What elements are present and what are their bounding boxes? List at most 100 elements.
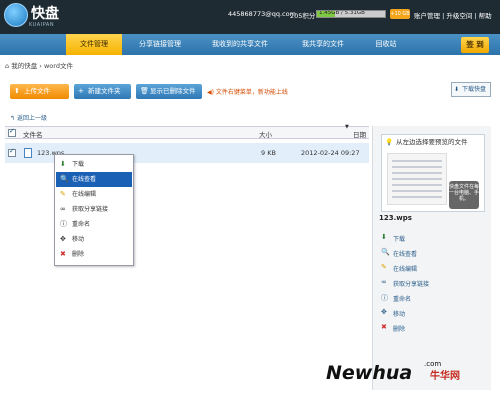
breadcrumb-home[interactable]: 我的快盘 [11,62,37,70]
download-client-button[interactable]: ⬇ 下载快盘 [451,82,491,97]
preview-note: 快盘文件在每一台电脑、手机。 [449,181,479,209]
expand-quota-button[interactable]: +10 GB [390,9,410,19]
thumb-line [392,166,442,168]
breadcrumb-current: word文件 [43,62,73,70]
menu-share-link[interactable]: ∞ 获取分享链接 [56,202,132,217]
pencil-icon: ✎ [60,190,66,198]
delete-icon: ✖ [60,250,66,258]
preview-edit-online[interactable]: ✎ 在线编辑 [381,263,418,273]
download-icon: ⬇ [381,233,387,241]
show-deleted-button[interactable]: 🗑 显示已删除文件 [136,84,202,99]
tab-recycle-bin[interactable]: 回收站 [364,34,408,55]
preview-share-link-label: 获取分享链接 [393,281,430,288]
account-points: 205积分 [290,12,316,20]
menu-view-online-label: 在线查看 [72,176,97,183]
menu-delete[interactable]: ✖ 删除 [56,247,132,262]
magnifier-icon: 🔍 [60,175,69,183]
kuaipan-logo[interactable]: 快盘 KUAIPAN [4,2,70,32]
file-size: 9 KB [261,149,276,157]
preview-share-link[interactable]: ∞ 获取分享链接 [381,278,430,288]
new-folder-button[interactable]: + 新建文件夹 [74,84,131,99]
menu-share-link-label: 获取分享链接 [72,206,109,213]
upload-label: 上传文件 [24,87,50,95]
preview-delete[interactable]: ✖ 删除 [381,323,406,333]
preview-download-label: 下载 [393,236,406,243]
signin-button[interactable]: 签 到 [461,37,489,53]
preview-view-online-label: 在线查看 [393,251,418,258]
logo-mark-icon [4,3,28,27]
preview-heading-text: 从左边选择要预览的文件 [396,138,468,146]
menu-move-label: 移动 [72,236,85,243]
back-up-link[interactable]: ↰ 返回上一级 [10,113,47,122]
tab-share-links[interactable]: 分享链接管理 [128,34,192,55]
thumb-line [392,160,442,162]
preview-view-online[interactable]: 🔍 在线查看 [381,248,418,258]
tab-received-shares[interactable]: 我收到的共享文件 [200,34,280,55]
column-date-header[interactable]: 日期 [353,129,366,139]
preview-panel: 💡 从左边选择要预览的文件 快盘文件在每一台电脑、手机。 123.wps ⬇ 下载… [372,126,491,390]
sort-down-icon: ▼ [345,124,349,130]
trash-icon: 🗑 [140,87,149,95]
preview-rename[interactable]: ⓘ 重命名 [381,294,411,303]
thumb-line [392,172,442,174]
wps-file-icon [24,148,32,158]
thumb-line [392,190,442,192]
upload-icon: ⬆ [14,87,20,95]
download-icon: ⬇ [60,160,66,168]
top-links[interactable]: 账户管理 | 升级空间 | 帮助 [414,10,492,20]
feature-hint: ◀) 文件右键菜单，新功能上线 [207,87,288,96]
download-icon: ⬇ [454,86,460,93]
rename-icon: ⓘ [381,294,388,302]
tab-file-management[interactable]: 文件管理 [66,34,122,55]
watermark-cn: 牛华网 [430,371,460,382]
watermark-main: Newhua [326,362,413,384]
preview-move[interactable]: ✥ 移动 [381,308,406,318]
back-up-label: 返回上一级 [16,115,47,122]
preview-thumbnail [387,153,447,205]
rename-icon: ⓘ [60,220,67,228]
link-icon: ∞ [381,278,387,286]
home-icon: ⌂ [5,62,10,70]
quota-text: 1.45GB / 5.31GB [319,10,365,16]
magnifier-icon: 🔍 [381,248,390,256]
menu-rename[interactable]: ⓘ 重命名 [56,217,132,232]
new-folder-label: 新建文件夹 [88,87,121,95]
row-checkbox[interactable] [8,147,16,157]
preview-card: 💡 从左边选择要预览的文件 快盘文件在每一台电脑、手机。 [381,134,485,212]
tab-my-shares[interactable]: 我共享的文件 [288,34,358,55]
menu-download[interactable]: ⬇ 下载 [56,157,132,172]
thumb-line [392,184,442,186]
file-table-header: 文件名 大小 日期 ▼ [5,124,369,139]
top-bar: 快盘 KUAIPAN 445868773@qq.com 205积分 1.45GB… [0,0,500,34]
menu-edit-online-label: 在线编辑 [72,191,97,198]
back-arrow-icon: ↰ [10,115,16,122]
select-all-checkbox[interactable] [8,127,16,137]
thumb-line [392,196,442,198]
column-name-header[interactable]: 文件名 [23,129,43,139]
menu-move[interactable]: ✥ 移动 [56,232,132,247]
preview-heading: 💡 从左边选择要预览的文件 [382,135,484,149]
preview-edit-online-label: 在线编辑 [393,266,418,273]
menu-edit-online[interactable]: ✎ 在线编辑 [56,187,132,202]
show-deleted-label: 显示已删除文件 [150,87,196,95]
plus-icon: + [78,87,84,95]
preview-move-label: 移动 [393,311,406,318]
menu-rename-label: 重命名 [72,221,91,228]
column-size-header[interactable]: 大小 [259,129,272,139]
account-email[interactable]: 445868773@qq.com [228,10,296,18]
main-nav: 文件管理 分享链接管理 我收到的共享文件 我共享的文件 回收站 [0,34,500,55]
file-context-menu: ⬇ 下载 🔍 在线查看 ✎ 在线编辑 ∞ 获取分享链接 ⓘ 重命名 ✥ 移动 ✖ 删除 [54,154,134,266]
download-client-label: 下载快盘 [462,86,487,93]
preview-rename-label: 重命名 [393,296,412,303]
logo-subtext: KUAIPAN [29,22,55,28]
preview-download[interactable]: ⬇ 下载 [381,233,406,243]
feature-hint-text: 文件右键菜单，新功能上线 [215,89,288,96]
lightbulb-icon: 💡 [385,138,394,146]
menu-view-online[interactable]: 🔍 在线查看 [56,172,132,187]
thumb-line [392,178,442,180]
preview-delete-label: 删除 [393,326,406,333]
upload-button[interactable]: ⬆ 上传文件 [10,84,69,99]
file-date: 2012-02-24 09:27 [301,149,360,157]
pencil-icon: ✎ [381,263,387,271]
delete-icon: ✖ [381,323,387,331]
